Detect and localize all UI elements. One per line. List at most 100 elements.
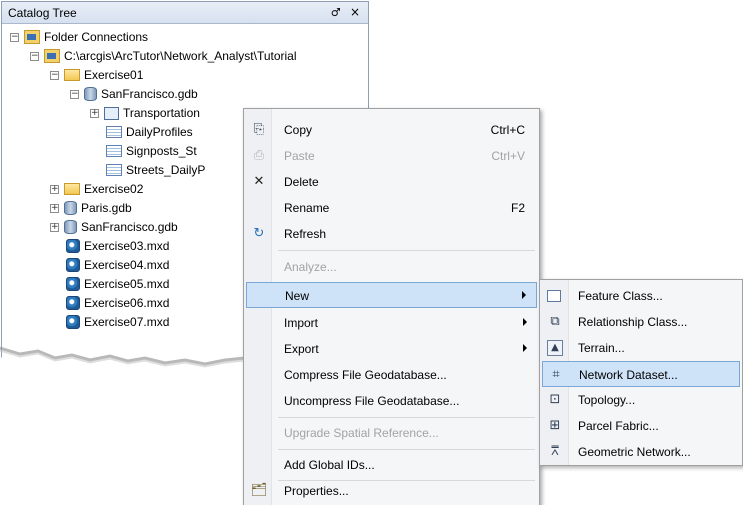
expand-icon[interactable]: + — [50, 222, 59, 232]
menu-item-copy[interactable]: ⎘ Copy Ctrl+C — [246, 117, 537, 143]
node-label: SanFrancisco.gdb — [81, 220, 178, 234]
refresh-icon: ↻ — [253, 226, 265, 241]
tree-node-sanfrancisco-gdb[interactable]: − SanFrancisco.gdb — [70, 84, 198, 104]
menu-item-paste[interactable]: ⎙ Paste Ctrl+V — [246, 143, 537, 169]
close-icon[interactable]: × — [350, 5, 360, 19]
node-label: Paris.gdb — [81, 201, 132, 215]
submenu-arrow-icon — [523, 318, 527, 326]
menu-item-export[interactable]: Export — [246, 336, 537, 362]
tree-node-sanfrancisco-gdb-2[interactable]: + SanFrancisco.gdb — [50, 217, 178, 237]
copy-icon: ⎘ — [253, 122, 265, 137]
tree-node-mxd[interactable]: Exercise05.mxd — [66, 274, 169, 294]
menu-item-analyze[interactable]: Analyze... — [246, 254, 537, 280]
folder-connections-icon — [24, 30, 40, 44]
context-menu: ⎘ Copy Ctrl+C ⎙ Paste Ctrl+V ✕ Delete Re… — [243, 108, 540, 505]
menu-item-uncompress[interactable]: Uncompress File Geodatabase... — [246, 388, 537, 414]
map-document-icon — [66, 258, 80, 272]
geometric-network-icon: ⩞ — [551, 444, 559, 459]
menu-item-properties[interactable]: 🗂 Properties... — [246, 478, 537, 504]
geodatabase-icon — [64, 220, 77, 234]
new-submenu: Feature Class... ⧉ Relationship Class...… — [539, 279, 743, 466]
network-dataset-icon: ⌗ — [552, 367, 560, 382]
menu-separator — [278, 250, 535, 251]
node-label: Transportation — [123, 106, 200, 120]
map-document-icon — [66, 315, 80, 329]
geodatabase-icon — [84, 87, 97, 101]
table-icon — [106, 164, 122, 176]
folder-icon — [64, 183, 80, 195]
map-document-icon — [66, 296, 80, 310]
node-label: Exercise04.mxd — [84, 258, 170, 272]
map-document-icon — [66, 277, 80, 291]
table-icon — [106, 126, 122, 138]
tree-node-mxd[interactable]: Exercise03.mxd — [66, 236, 169, 256]
submenu-item-relationship-class[interactable]: ⧉ Relationship Class... — [542, 309, 740, 335]
submenu-item-network-dataset[interactable]: ⌗ Network Dataset... — [542, 361, 740, 387]
menu-item-refresh[interactable]: ↻ Refresh — [246, 221, 537, 247]
submenu-arrow-icon — [523, 344, 527, 352]
expand-icon[interactable]: + — [50, 203, 59, 213]
topology-icon: ⊡ — [549, 392, 561, 407]
tree-node-folder-connections[interactable]: − Folder Connections — [10, 27, 148, 47]
menu-item-add-global-ids[interactable]: Add Global IDs... — [246, 452, 537, 478]
feature-dataset-icon — [104, 106, 119, 120]
menu-item-delete[interactable]: ✕ Delete — [246, 169, 537, 195]
node-label: Folder Connections — [44, 30, 149, 44]
pin-icon[interactable]: ♂ — [331, 6, 341, 19]
node-label: Exercise05.mxd — [84, 277, 170, 291]
expand-icon[interactable]: + — [90, 108, 99, 118]
geodatabase-icon — [64, 201, 77, 215]
node-label: Exercise07.mxd — [84, 315, 170, 329]
collapse-icon[interactable]: − — [10, 32, 19, 42]
menu-separator — [278, 449, 535, 450]
panel-title: Catalog Tree — [8, 6, 77, 20]
tree-node-transportation[interactable]: + Transportation — [90, 103, 200, 123]
map-document-icon — [66, 239, 80, 253]
submenu-item-topology[interactable]: ⊡ Topology... — [542, 387, 740, 413]
tree-node-paris-gdb[interactable]: + Paris.gdb — [50, 198, 132, 218]
terrain-icon: ▲ — [547, 340, 563, 356]
collapse-icon[interactable]: − — [30, 51, 39, 61]
submenu-item-terrain[interactable]: ▲ Terrain... — [542, 335, 740, 361]
delete-icon: ✕ — [253, 174, 265, 189]
menu-item-compress[interactable]: Compress File Geodatabase... — [246, 362, 537, 388]
node-label: Signposts_St — [126, 144, 197, 158]
node-label: Streets_DailyP — [126, 163, 206, 177]
menu-item-rename[interactable]: Rename F2 — [246, 195, 537, 221]
tree-node-exercise02[interactable]: + Exercise02 — [50, 179, 143, 199]
tree-node-dailyprofiles[interactable]: DailyProfiles — [106, 122, 193, 142]
tree-node-streets[interactable]: Streets_DailyP — [106, 160, 205, 180]
node-label: Exercise03.mxd — [84, 239, 170, 253]
paste-icon: ⎙ — [253, 148, 265, 163]
submenu-item-parcel-fabric[interactable]: ⊞ Parcel Fabric... — [542, 413, 740, 439]
tree-node-mxd[interactable]: Exercise04.mxd — [66, 255, 169, 275]
menu-item-new[interactable]: New — [246, 282, 537, 308]
tree-node-exercise01[interactable]: − Exercise01 — [50, 65, 143, 85]
collapse-icon[interactable]: − — [70, 89, 79, 99]
node-label: C:\arcgis\ArcTutor\Network_Analyst\Tutor… — [64, 49, 297, 63]
collapse-icon[interactable]: − — [50, 70, 59, 80]
menu-separator — [278, 417, 535, 418]
node-label: SanFrancisco.gdb — [101, 87, 198, 101]
panel-title-bar: Catalog Tree ♂ × — [2, 2, 368, 24]
folder-icon — [64, 69, 80, 81]
properties-icon: 🗂 — [250, 483, 268, 498]
tree-node-folder-path[interactable]: − C:\arcgis\ArcTutor\Network_Analyst\Tut… — [30, 46, 297, 66]
submenu-item-feature-class[interactable]: Feature Class... — [542, 283, 740, 309]
expand-icon[interactable]: + — [50, 184, 59, 194]
node-label: DailyProfiles — [126, 125, 193, 139]
node-label: Exercise06.mxd — [84, 296, 170, 310]
feature-class-icon — [547, 290, 561, 302]
tree-node-signposts[interactable]: Signposts_St — [106, 141, 197, 161]
node-label: Exercise02 — [84, 182, 144, 196]
submenu-item-geometric-network[interactable]: ⩞ Geometric Network... — [542, 439, 740, 465]
menu-item-upgrade-spatial-reference[interactable]: Upgrade Spatial Reference... — [246, 420, 537, 446]
tree-node-mxd[interactable]: Exercise06.mxd — [66, 293, 169, 313]
tree-node-mxd[interactable]: Exercise07.mxd — [66, 312, 169, 332]
folder-connection-icon — [44, 49, 60, 63]
submenu-arrow-icon — [522, 291, 526, 299]
menu-item-import[interactable]: Import — [246, 310, 537, 336]
table-icon — [106, 145, 122, 157]
node-label: Exercise01 — [84, 68, 144, 82]
relationship-class-icon: ⧉ — [550, 314, 560, 329]
